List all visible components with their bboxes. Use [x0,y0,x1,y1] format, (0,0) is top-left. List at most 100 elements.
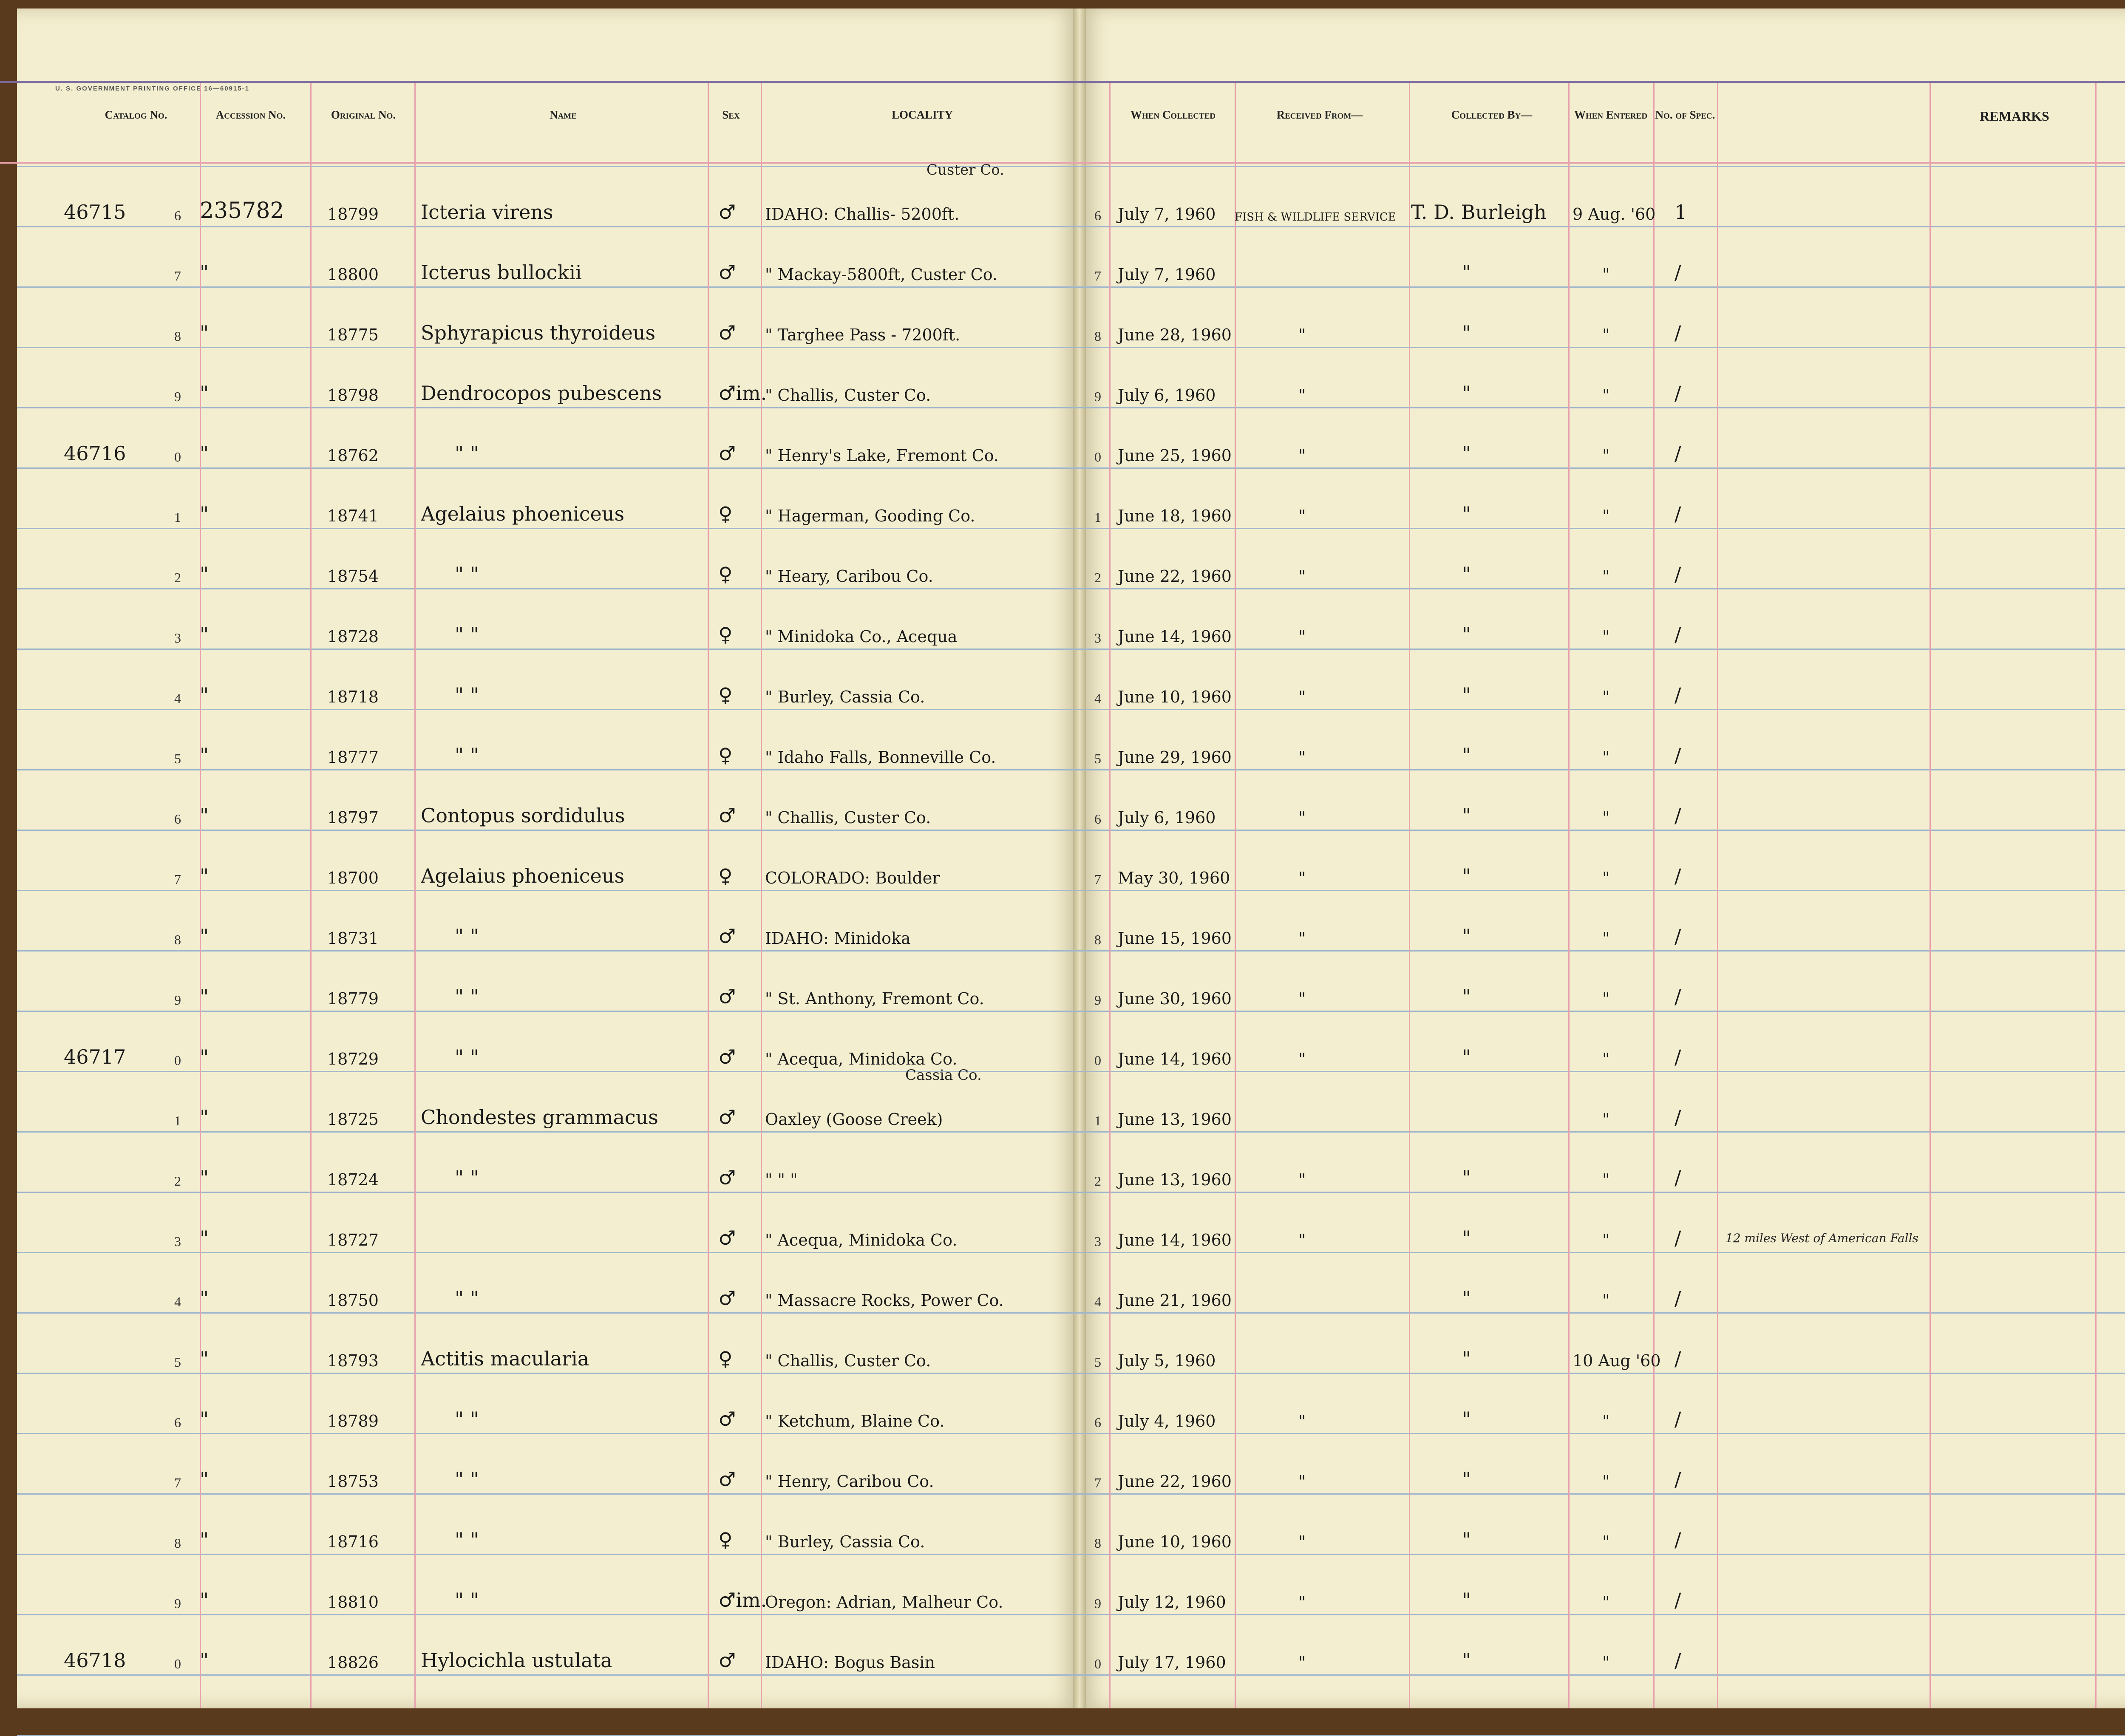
locality: " Henry, Caribou Co. [765,1472,934,1491]
table-row: 6 " 18797 Contopus sordidulus ♂ " Challis, Cu… [0,769,2125,830]
species-name: Chondestes grammacus [421,1106,658,1129]
table-row: 5 " 18777 " " ♀ " Idaho Falls, Bonneville Co.… [0,709,2125,769]
table-row: 7 " 18753 " " ♂ " Henry, Caribou Co. 7 June 22,… [0,1433,2125,1493]
original-number: 18725 [327,1110,379,1129]
table-row: 7 " 18800 Icterus bullockii ♂ " Mackay-5800ft… [0,226,2125,286]
when-entered: " [1602,386,1610,405]
specimen-count: / [1674,1407,1681,1430]
collected-by: " [1462,1287,1471,1310]
when-entered: 10 Aug '60 [1572,1351,1661,1370]
sex-symbol: ♀ [718,1528,733,1551]
collected-by: " [1462,563,1471,586]
species-name: Sphyrapicus thyroideus [421,321,656,344]
collected-by: " [1462,1045,1471,1068]
catalog-digit: 5 [174,751,181,766]
sex-symbol: ♂ [718,1287,736,1310]
date-collected: June 28, 1960 [1118,326,1232,344]
catalog-digit: 6 [174,811,181,827]
table-row: 46717 0 " 18729 " " ♂ " Acequa, Minidoka Co. 0 J… [0,1011,2125,1071]
header-band [0,81,2125,164]
table-row: 8 " 18716 " " ♀ " Burley, Cassia Co. 8 June 10,… [0,1493,2125,1554]
locality-county-note: Custer Co. [926,161,1004,178]
catalog-number: 46718 [64,1649,126,1672]
accession-number: " [200,683,209,706]
received-from: " [1298,1050,1306,1068]
catalog-number: 46715 [64,201,126,224]
remarks-note: 12 miles West of American Falls [1726,1231,1919,1245]
received-from: " [1298,1170,1306,1189]
original-number: 18810 [327,1593,379,1611]
row-digit: 3 [1094,1234,1101,1249]
original-number: 18789 [327,1412,379,1430]
catalog-digit: 4 [174,691,181,706]
species-name: " " [455,985,479,1008]
sex-symbol: ♂ [718,442,736,465]
when-entered: " [1602,567,1610,586]
species-name: Agelaius phoeniceus [421,502,625,525]
locality: " Targhee Pass - 7200ft. [765,326,960,344]
species-name: Actitis macularia [421,1347,589,1370]
printer-imprint: U. S. GOVERNMENT PRINTING OFFICE 16—6091… [55,85,249,92]
table-row: 9 " 18798 Dendrocopos pubescens ♂im. " Challi… [0,347,2125,407]
when-entered: " [1602,1170,1610,1189]
table-row: 2 " 18724 " " ♂ " " " 2 June 13, 1960 " " " / [0,1131,2125,1192]
species-name: " " [455,1589,479,1611]
sex-symbol: ♂ [718,804,736,827]
row-digit: 6 [1094,811,1101,827]
original-number: 18750 [327,1291,379,1310]
collected-by: T. D. Burleigh [1411,201,1547,224]
catalog-digit: 4 [174,1294,181,1309]
locality: Oaxley (Goose Creek) [765,1110,943,1129]
collected-by: " [1462,502,1471,525]
original-number: 18826 [327,1653,379,1672]
accession-number: " [200,1407,209,1430]
locality: IDAHO: Bogus Basin [765,1653,935,1672]
original-number: 18727 [327,1231,379,1249]
species-name: Icterus bullockii [421,261,582,284]
species-name: Contopus sordidulus [421,804,625,827]
locality: " Mackay-5800ft, Custer Co. [765,265,998,284]
collected-by: " [1462,804,1471,827]
sex-symbol: ♂ [718,1226,736,1249]
accession-number: " [200,563,209,586]
header-when-collected: When Collected [1130,108,1216,121]
locality: " Acequa, Minidoka Co. [765,1231,958,1249]
sex-symbol: ♀ [718,1347,733,1370]
row-digit: 0 [1094,449,1101,464]
catalog-digit: 8 [174,932,181,947]
sex-symbol: ♂ [718,201,736,224]
collected-by: " [1462,623,1471,646]
received-from: FISH & WILDLIFE SERVICE [1235,211,1396,224]
collected-by: " [1462,382,1471,405]
received-from: " [1298,627,1306,646]
accession-number: " [200,442,209,465]
accession-number: " [200,321,209,344]
specimen-count: / [1674,563,1681,586]
received-from: " [1298,1412,1306,1430]
when-entered: " [1602,627,1610,646]
date-collected: June 18, 1960 [1118,507,1232,525]
specimen-count: / [1674,623,1681,646]
specimen-count: / [1674,1166,1681,1189]
date-collected: June 30, 1960 [1118,989,1232,1008]
accession-number: " [200,1287,209,1310]
date-collected: July 6, 1960 [1118,386,1216,405]
accession-number: " [200,925,209,948]
specimen-count: / [1674,1347,1681,1370]
accession-number: " [200,1589,209,1611]
original-number: 18777 [327,748,379,767]
row-digit: 2 [1094,1173,1101,1189]
specimen-count: / [1674,1649,1681,1672]
header-when-entered: When Entered [1574,108,1648,121]
date-collected: June 13, 1960 [1118,1170,1232,1189]
accession-number: " [200,1166,209,1189]
sex-symbol: ♂ [718,1045,736,1068]
accession-number: " [200,1347,209,1370]
accession-number: 235782 [200,198,284,224]
date-collected: July 7, 1960 [1118,265,1216,284]
specimen-count: / [1674,442,1681,465]
when-entered: " [1602,1412,1610,1430]
species-name: " " [455,744,479,767]
when-entered: " [1602,1291,1610,1310]
row-digit: 0 [1094,1656,1101,1671]
